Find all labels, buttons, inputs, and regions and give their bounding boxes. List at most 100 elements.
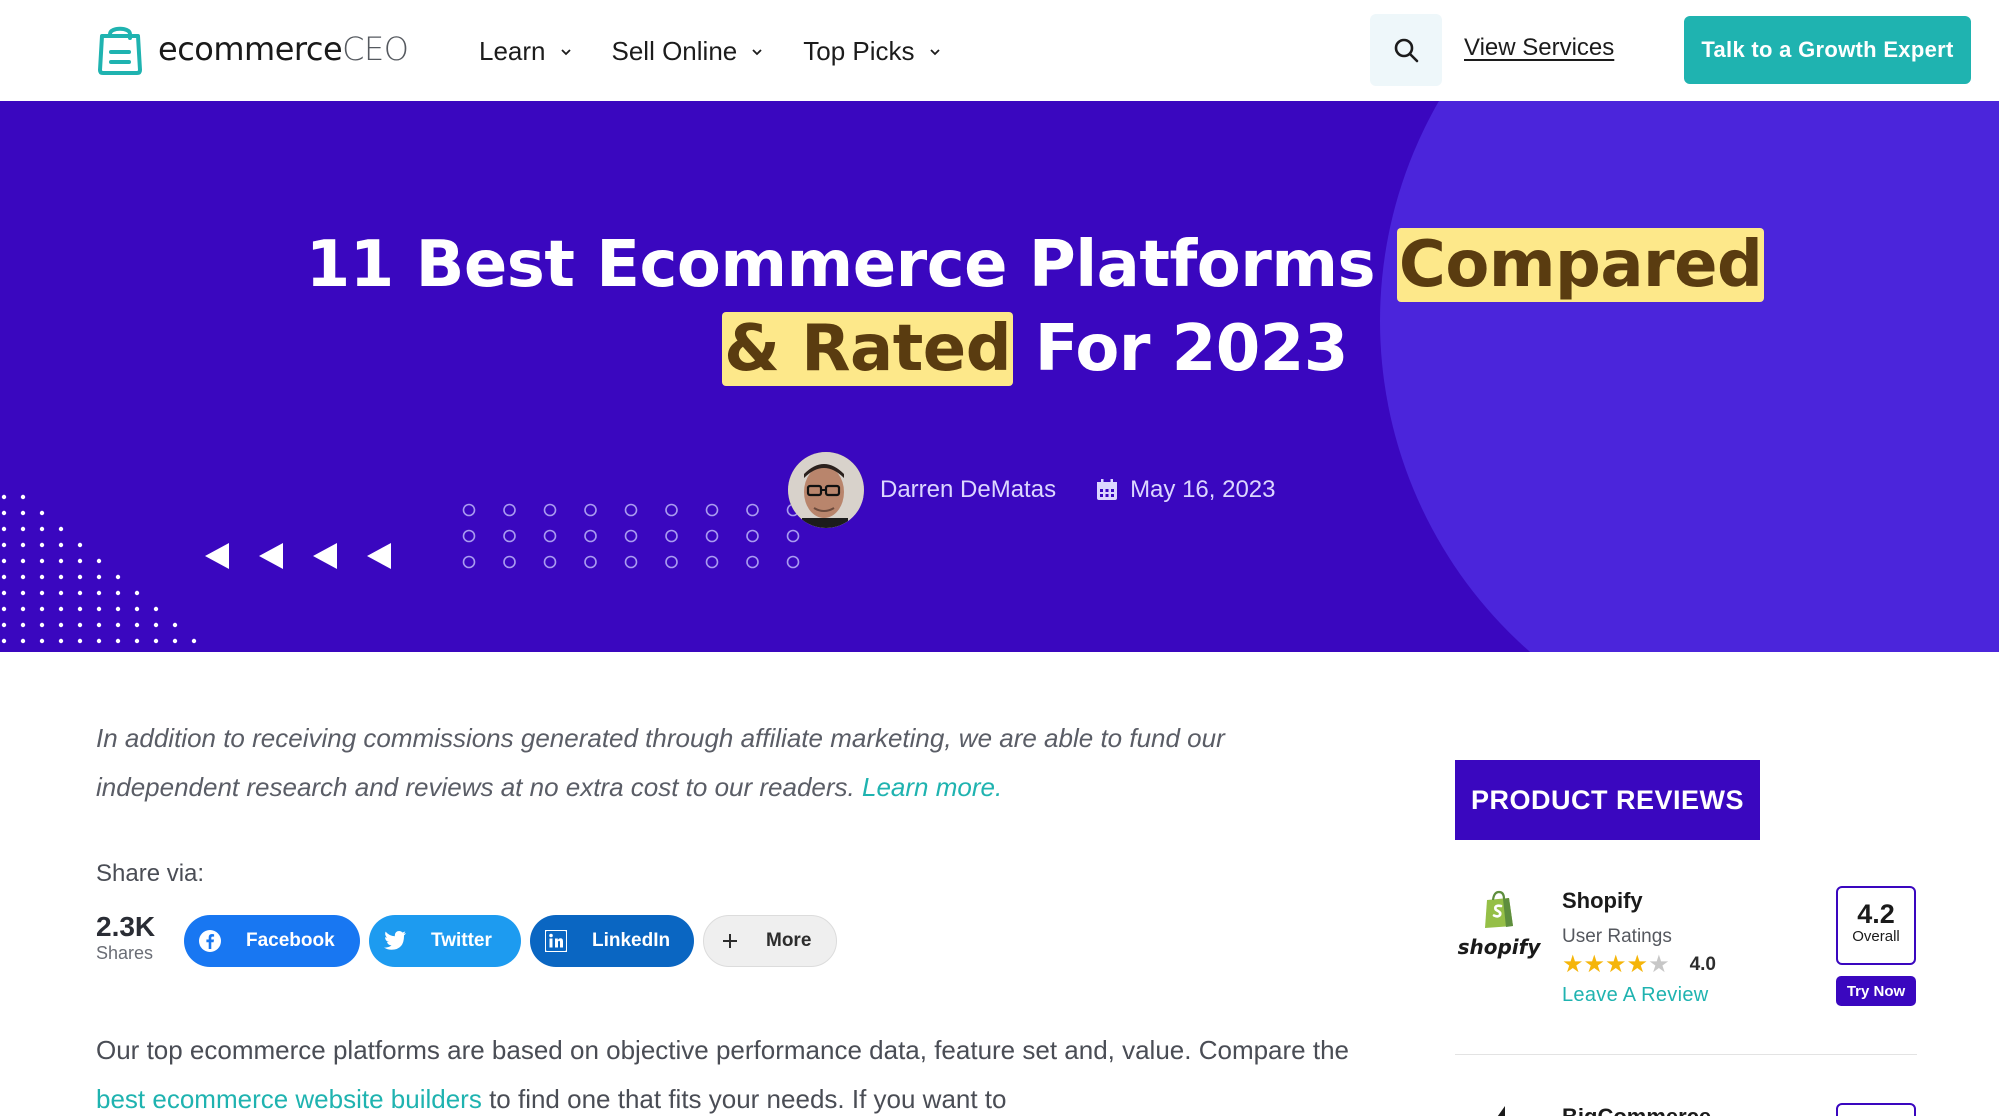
decorative-dot	[153, 606, 159, 612]
decorative-dot	[77, 558, 83, 564]
decorative-dot	[39, 558, 45, 564]
decorative-dot	[20, 574, 26, 580]
nav-item-top-picks[interactable]: Top Picks	[803, 36, 940, 67]
decorative-dot	[1, 558, 7, 564]
share-count: 2.3K Shares	[96, 912, 155, 964]
nav-item-learn[interactable]: Learn	[479, 36, 572, 67]
decorative-ring	[503, 555, 516, 569]
product-name[interactable]: BigCommerce	[1562, 1104, 1711, 1116]
title-part: For 2023	[1013, 312, 1349, 386]
decorative-dot	[96, 638, 102, 644]
facebook-icon	[184, 915, 236, 967]
decorative-dot	[77, 638, 83, 644]
view-services-link[interactable]: View Services	[1464, 34, 1614, 62]
decorative-dot	[58, 606, 64, 612]
decorative-dot	[20, 590, 26, 596]
site-logo[interactable]: ecommerceCEO	[96, 22, 409, 76]
decorative-dot	[58, 590, 64, 596]
chevron-down-icon	[560, 48, 571, 55]
logo-text: ecommerceCEO	[158, 30, 409, 68]
star-icon: ★	[1583, 951, 1606, 978]
decorative-ring	[503, 503, 516, 517]
decorative-ring	[584, 503, 597, 517]
decorative-dot	[1, 542, 7, 548]
search-button[interactable]	[1370, 14, 1442, 86]
nav-item-sell-online[interactable]: Sell Online	[612, 36, 764, 67]
decorative-ring	[665, 555, 678, 569]
decorative-dot	[115, 590, 121, 596]
decorative-ring	[746, 555, 759, 569]
share-count-number: 2.3K	[96, 911, 156, 942]
decorative-dot	[153, 638, 159, 644]
decorative-dot	[1, 638, 7, 644]
intro-text: Our top ecommerce platforms are based on…	[96, 1035, 1350, 1065]
decorative-ring	[786, 529, 800, 543]
publish-date: May 16, 2023	[1096, 476, 1276, 504]
learn-more-link[interactable]: Learn more.	[862, 772, 1002, 802]
decorative-dot	[20, 494, 26, 500]
bigcommerce-logo-icon	[1495, 1106, 1505, 1116]
disclaimer-text: In addition to receiving commissions gen…	[96, 723, 1225, 802]
decorative-dot	[20, 510, 26, 516]
decorative-dot	[58, 526, 64, 532]
facebook-share-button[interactable]: Facebook	[184, 915, 360, 967]
affiliate-disclaimer: In addition to receiving commissions gen…	[96, 714, 1356, 812]
decorative-dot	[77, 542, 83, 548]
share-label: Share via:	[96, 860, 205, 887]
author-name[interactable]: Darren DeMatas	[880, 476, 1056, 504]
author-avatar[interactable]	[788, 452, 864, 528]
decorative-dot	[172, 638, 178, 644]
overall-score-badge	[1836, 1103, 1916, 1116]
intro-text-continued: to find one that fits your needs. If you…	[481, 1084, 1007, 1114]
decorative-ring	[584, 529, 597, 543]
decorative-dot	[1, 590, 7, 596]
decorative-dot	[20, 526, 26, 532]
product-name[interactable]: Shopify	[1562, 888, 1643, 914]
arrow-left-icon	[259, 543, 283, 569]
decorative-dot	[58, 622, 64, 628]
decorative-dot	[96, 606, 102, 612]
decorative-ring	[543, 555, 557, 569]
decorative-dot	[134, 606, 140, 612]
website-builders-link[interactable]: best ecommerce website builders	[96, 1084, 482, 1114]
decorative-ring	[462, 529, 476, 543]
decorative-ring	[746, 529, 759, 543]
decorative-dot	[134, 590, 140, 596]
user-ratings-label: User Ratings	[1562, 926, 1672, 947]
linkedin-share-button[interactable]: LinkedIn	[530, 915, 694, 967]
hero-banner: 11 Best Ecommerce Platforms Compared & Ra…	[0, 101, 1999, 652]
nav-item-label: Top Picks	[803, 36, 915, 66]
talk-to-expert-button[interactable]: Talk to a Growth Expert	[1684, 16, 1971, 84]
decorative-dot	[77, 622, 83, 628]
decorative-ring	[705, 529, 719, 543]
linkedin-label: LinkedIn	[592, 930, 671, 951]
decorative-dot	[20, 558, 26, 564]
decorative-dot	[1, 494, 7, 500]
star-icon: ★	[1605, 951, 1627, 978]
decorative-ring	[705, 555, 719, 569]
overall-label: Overall	[1852, 928, 1900, 945]
star-icon: ★	[1626, 951, 1649, 978]
share-count-label: Shares	[96, 943, 154, 963]
more-share-button[interactable]: More	[703, 915, 837, 967]
decorative-dot	[115, 638, 121, 644]
shopify-logo[interactable]: shopify	[1455, 890, 1543, 959]
arrow-left-icon	[313, 543, 337, 569]
product-review-card: shopify Shopify User Ratings ★ ★ ★ ★ ★ 4…	[1455, 880, 1917, 1055]
search-icon	[1394, 38, 1419, 63]
decorative-dot	[39, 606, 45, 612]
title-highlight: Compared	[1396, 228, 1765, 302]
logo-text-secondary: CEO	[342, 30, 409, 68]
leave-review-link[interactable]: Leave A Review	[1562, 984, 1709, 1007]
chevron-down-icon	[929, 48, 940, 55]
decorative-dot	[39, 622, 45, 628]
nav-item-label: Learn	[479, 36, 546, 66]
linkedin-icon	[530, 915, 582, 967]
star-rating: ★ ★ ★ ★ ★ 4.0	[1562, 953, 1716, 977]
decorative-dot	[96, 558, 102, 564]
author-byline: Darren DeMatas May 16, 2023	[788, 452, 1276, 528]
decorative-dot	[77, 590, 83, 596]
decorative-dot	[1, 510, 7, 516]
twitter-share-button[interactable]: Twitter	[369, 915, 521, 967]
try-now-button[interactable]: Try Now	[1836, 976, 1916, 1006]
